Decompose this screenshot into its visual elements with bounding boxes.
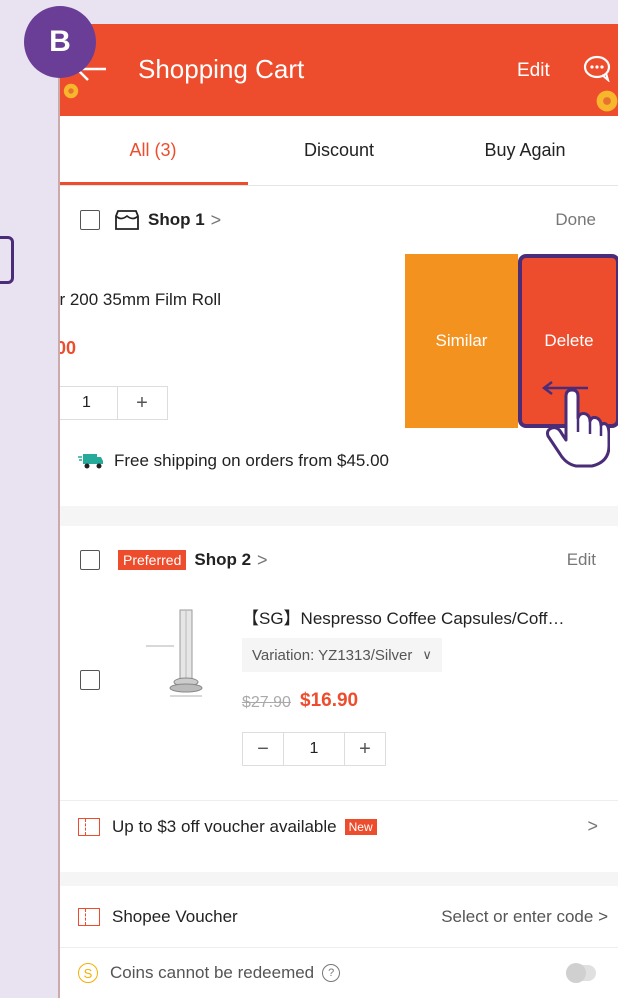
chevron-right-icon[interactable]: > <box>587 816 598 837</box>
shop-voucher-row[interactable]: Up to $3 off voucher available New > <box>60 800 618 852</box>
shop-2-name[interactable]: Shop 2 <box>194 550 251 570</box>
tab-all[interactable]: All (3) <box>60 116 246 185</box>
top-bar: Shopping Cart Edit <box>60 24 618 116</box>
voucher-text: Up to $3 off voucher available <box>112 816 337 836</box>
shop-2-checkbox[interactable] <box>80 550 100 570</box>
capsule-holder-image[interactable] <box>140 604 232 704</box>
flower-decoration-icon <box>596 90 618 112</box>
select-voucher-text: Select or enter code <box>441 906 594 926</box>
shop-2-header: Preferred Shop 2 > Edit <box>60 526 618 594</box>
delete-label: Delete <box>544 331 594 350</box>
tab-bar: All (3) Discount Buy Again <box>60 116 618 186</box>
shop-1-name[interactable]: Shop 1 <box>148 210 205 230</box>
active-tab-indicator <box>60 182 248 185</box>
variation-selector[interactable]: Variation: YZ1313/Silver ∨ <box>242 638 442 672</box>
section-divider <box>60 872 618 886</box>
item-2-quantity-stepper: − 1 + <box>242 732 386 766</box>
item-1-quantity[interactable]: 1 <box>60 387 118 419</box>
shop-2-edit-button[interactable]: Edit <box>567 550 596 570</box>
chat-icon[interactable] <box>582 54 614 82</box>
free-shipping-text: Free shipping on orders from $45.00 <box>114 451 389 470</box>
shop-icon <box>115 210 139 230</box>
increase-quantity-button[interactable]: + <box>118 392 166 415</box>
coins-toggle[interactable] <box>566 963 596 983</box>
voucher-icon <box>78 907 100 926</box>
item-2-checkbox[interactable] <box>80 670 100 690</box>
item-2-quantity[interactable]: 1 <box>283 733 345 765</box>
item-1-price: 00 <box>58 338 77 358</box>
preferred-badge: Preferred <box>118 550 187 570</box>
free-shipping-row: Free shipping on orders from $45.00 <box>60 430 618 492</box>
edit-button[interactable]: Edit <box>517 60 550 82</box>
shopee-voucher-row[interactable]: Shopee Voucher Select or enter code > <box>60 886 618 948</box>
cart-item-2: 【SG】Nespresso Coffee Capsules/Coff… Vari… <box>60 594 618 800</box>
increase-quantity-button[interactable]: + <box>345 738 385 761</box>
chevron-down-icon: ∨ <box>422 647 432 662</box>
coin-icon: S <box>78 963 98 983</box>
page-title: Shopping Cart <box>138 54 305 84</box>
help-icon[interactable]: ? <box>322 964 341 982</box>
flower-decoration-icon <box>63 83 79 99</box>
item-1-quantity-stepper: 1 + <box>60 386 168 420</box>
chevron-right-icon[interactable]: > <box>211 210 222 231</box>
coins-row: S Coins cannot be redeemed ? <box>60 948 618 998</box>
variation-text: Variation: YZ1313/Silver <box>252 646 413 664</box>
tab-buy-again[interactable]: Buy Again <box>432 116 618 185</box>
similar-button[interactable]: Similar <box>405 254 518 428</box>
sale-price: $16.90 <box>300 690 359 711</box>
truck-icon <box>78 454 103 469</box>
chevron-right-icon[interactable]: > <box>257 550 268 571</box>
original-price: $27.90 <box>242 694 291 711</box>
done-button[interactable]: Done <box>555 210 596 230</box>
item-1-name[interactable]: er 200 35mm Film Roll <box>60 290 221 310</box>
shop-1-header: Shop 1 > Done <box>60 186 618 254</box>
section-divider <box>60 506 618 526</box>
new-badge: New <box>344 818 377 835</box>
coins-text: Coins cannot be redeemed <box>110 963 315 982</box>
annotation-bracket <box>0 236 14 284</box>
step-badge: B <box>24 6 96 78</box>
select-voucher-link[interactable]: Select or enter code > <box>441 907 608 927</box>
shopee-voucher-label: Shopee Voucher <box>112 906 238 926</box>
voucher-icon <box>78 817 100 836</box>
shop-1-checkbox[interactable] <box>80 210 100 230</box>
decrease-quantity-button[interactable]: − <box>243 738 283 761</box>
phone-screen: Shopping Cart Edit All (3) Discount Buy … <box>58 24 618 998</box>
pointing-hand-icon <box>546 388 610 468</box>
item-2-name[interactable]: 【SG】Nespresso Coffee Capsules/Coff… <box>242 604 565 629</box>
swiped-cart-item: er 200 35mm Film Roll 00 1 + Similar Del… <box>58 254 618 468</box>
tab-discount[interactable]: Discount <box>246 116 432 185</box>
